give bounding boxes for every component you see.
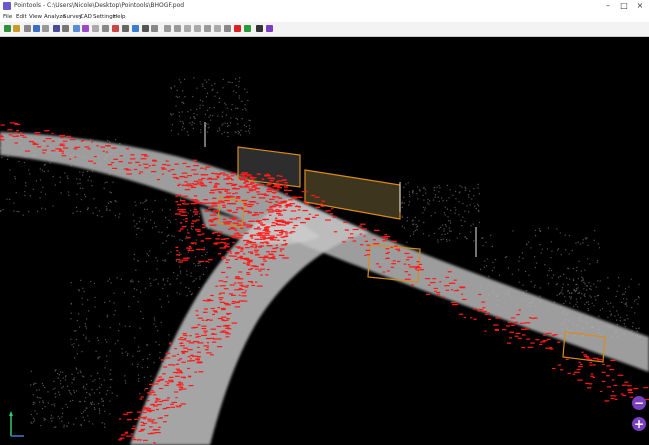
zoom-previous-icon[interactable]	[204, 25, 211, 32]
menu-file[interactable]: File	[3, 12, 12, 22]
zoom-in-icon[interactable]	[164, 25, 171, 32]
window-title: Pointools - C:\Users\Nicole\Desktop\Poin…	[14, 2, 185, 9]
grid-icon[interactable]	[62, 25, 69, 32]
render-icon[interactable]	[82, 25, 89, 32]
settings-icon[interactable]	[256, 25, 263, 32]
clip-icon[interactable]	[142, 25, 149, 32]
pan-icon[interactable]	[24, 25, 31, 32]
zoom-fit-icon[interactable]	[214, 25, 221, 32]
play-icon[interactable]	[244, 25, 251, 32]
menu-view[interactable]: View	[29, 12, 42, 22]
app-icon	[3, 2, 11, 10]
open-icon[interactable]	[4, 25, 11, 32]
toolbar	[0, 22, 649, 37]
plugin-icon[interactable]	[266, 25, 273, 32]
menu-cad[interactable]: CAD	[80, 12, 92, 22]
lasso-icon[interactable]	[42, 25, 49, 32]
measure-icon[interactable]	[112, 25, 119, 32]
box-icon[interactable]	[122, 25, 129, 32]
zoom-in-button[interactable]: +	[632, 417, 646, 431]
orbit-icon[interactable]	[102, 25, 109, 32]
minimize-button[interactable]: –	[600, 0, 616, 12]
menu-bar: File Edit View Analyze Survey CAD Settin…	[0, 12, 649, 22]
camera-icon[interactable]	[92, 25, 99, 32]
menu-edit[interactable]: Edit	[16, 12, 27, 22]
zoom-window-icon[interactable]	[184, 25, 191, 32]
record-icon[interactable]	[234, 25, 241, 32]
folder-icon[interactable]	[13, 25, 20, 32]
axis-triad-icon	[9, 411, 24, 437]
zoom-extents-icon[interactable]	[194, 25, 201, 32]
zoom-out-button[interactable]: −	[632, 396, 646, 410]
section-icon[interactable]	[151, 25, 158, 32]
layers-icon[interactable]	[53, 25, 60, 32]
select-icon[interactable]	[33, 25, 40, 32]
view-icon[interactable]	[73, 25, 80, 32]
walk-icon[interactable]	[224, 25, 231, 32]
close-button[interactable]: ×	[632, 0, 648, 12]
zoom-out-icon[interactable]	[174, 25, 181, 32]
point-cloud-render	[0, 77, 649, 445]
menu-help[interactable]: Help	[113, 12, 126, 22]
maximize-button[interactable]: □	[616, 0, 632, 12]
point-cloud-viewport[interactable]: − +	[0, 37, 649, 445]
save-icon[interactable]	[132, 25, 139, 32]
